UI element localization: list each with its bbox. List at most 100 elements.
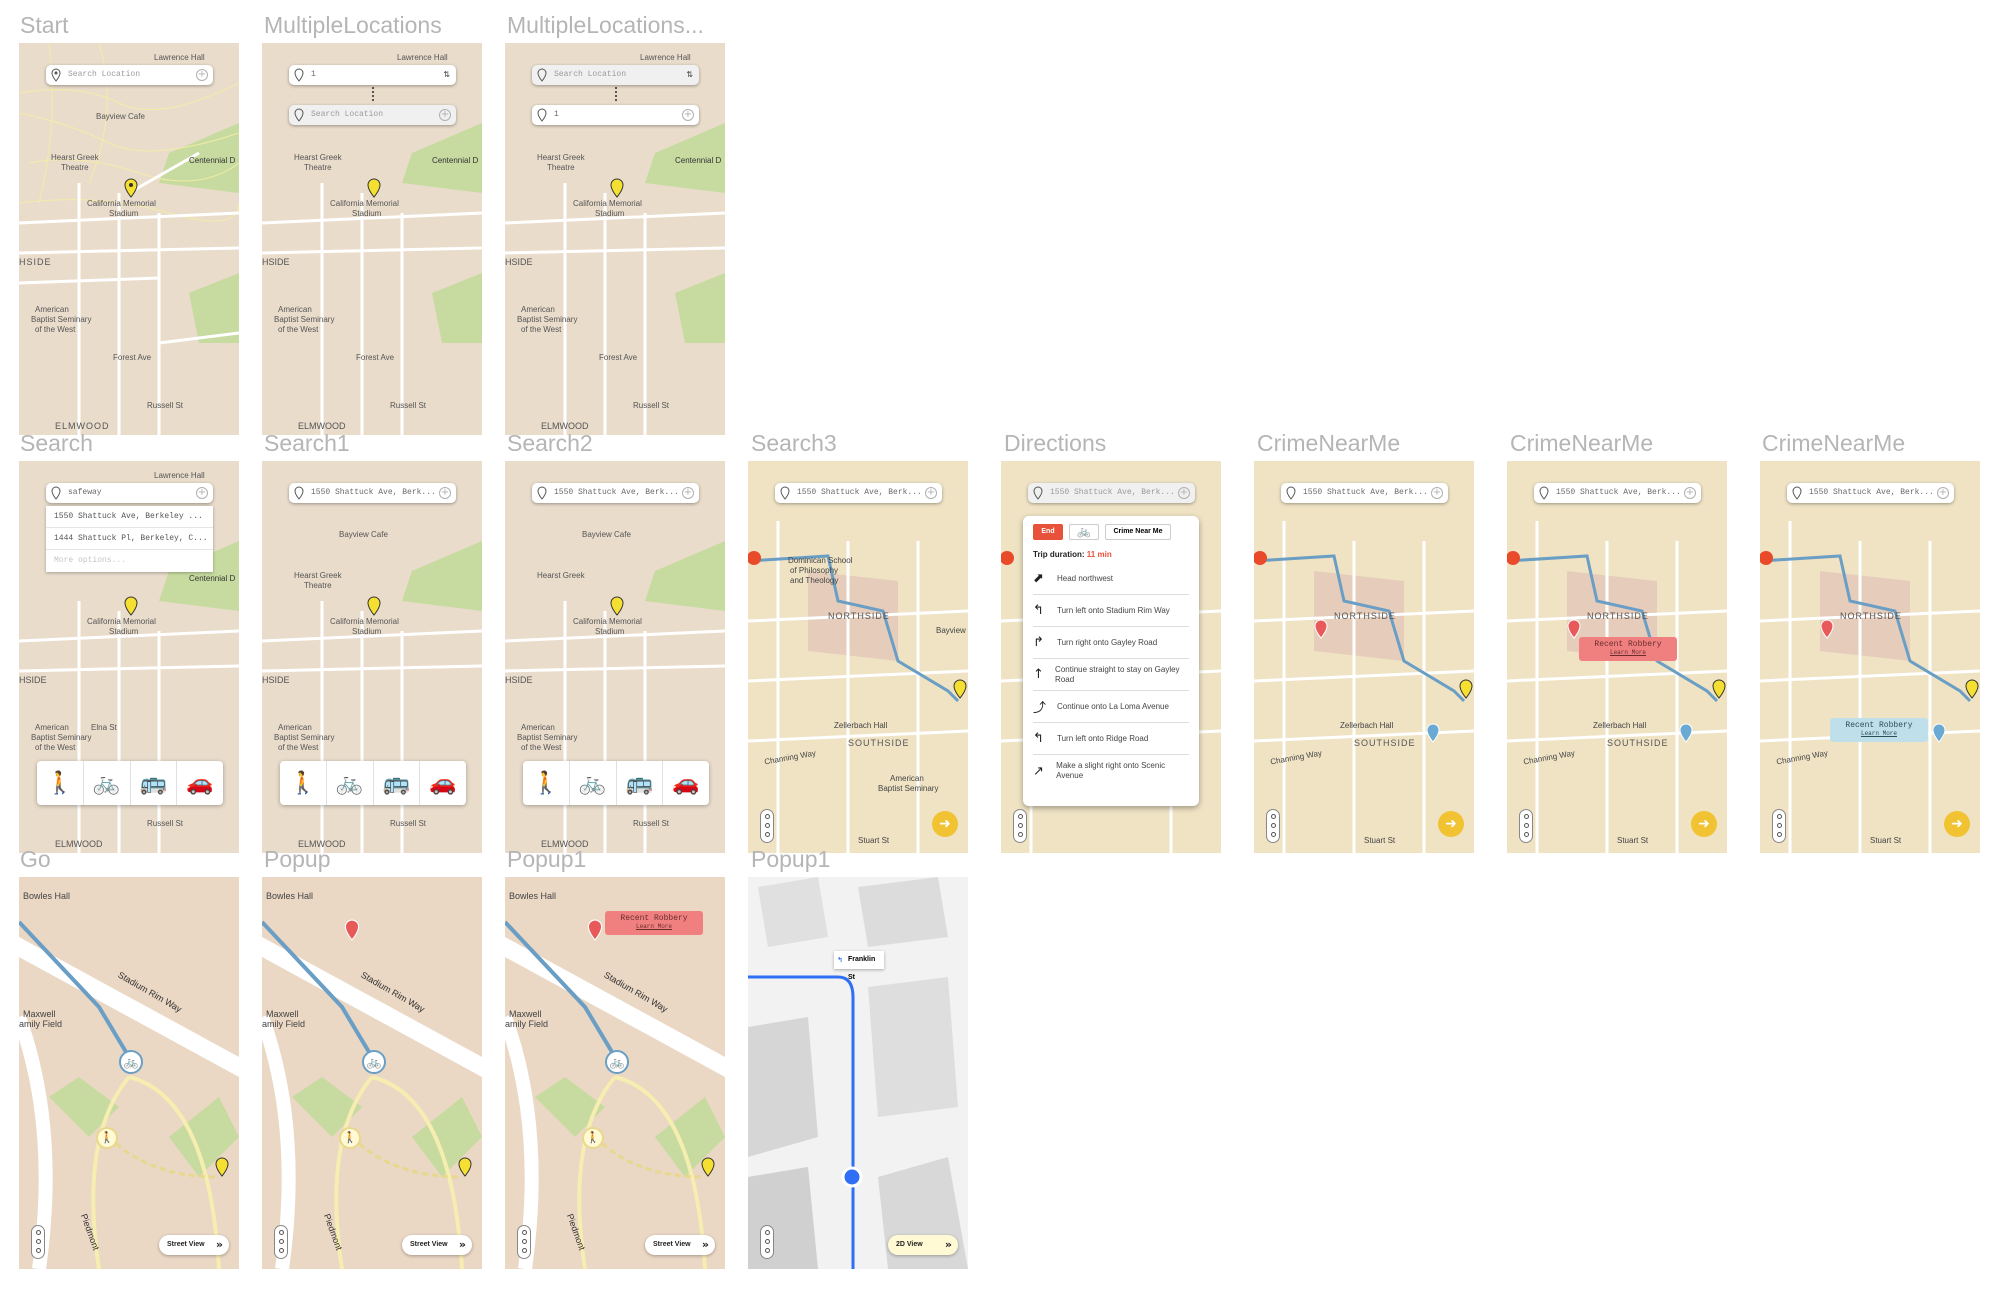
search-input[interactable]: 1550 Shattuck Ave, Berk... +	[289, 483, 456, 503]
add-location-icon[interactable]: +	[1684, 487, 1696, 499]
car-mode-icon[interactable]: 🚗	[177, 761, 223, 805]
street-view-button[interactable]: Street View »	[645, 1235, 715, 1255]
search-input[interactable]: Search Location +	[289, 105, 456, 125]
add-location-icon[interactable]: +	[925, 487, 937, 499]
search-input[interactable]: 1550 Shattuck Ave, Berk... +	[1787, 483, 1954, 503]
map-label-stuart: Stuart St	[1364, 836, 1396, 845]
more-options-link[interactable]: More options...	[46, 550, 213, 572]
crime-popup-red[interactable]: Recent Robbery Learn More	[1579, 637, 1677, 661]
add-location-icon[interactable]: +	[1178, 487, 1190, 499]
end-button[interactable]: End	[1033, 524, 1063, 540]
suggestion-item[interactable]: 1444 Shattuck Pl, Berkeley, C...	[46, 528, 213, 550]
add-location-icon[interactable]: +	[439, 109, 451, 121]
bike-icon[interactable]: 🚲	[1069, 524, 1099, 540]
crime-near-me-button[interactable]: Crime Near Me	[1105, 524, 1171, 540]
street-view-3d	[748, 877, 968, 1269]
map-label-american: American	[35, 723, 69, 732]
add-location-icon[interactable]: +	[1937, 487, 1949, 499]
crime-marker-icon[interactable]	[1314, 619, 1328, 639]
map-label-hearst-greek: Hearst Greek	[537, 571, 585, 580]
turn-right-icon: ↱	[1033, 635, 1044, 650]
destination-pin-icon	[610, 178, 624, 198]
add-location-icon[interactable]: +	[196, 69, 208, 81]
map-label-family-field: amily Field	[262, 1019, 306, 1029]
location-input-1[interactable]: 1 ⇅	[289, 65, 456, 85]
walk-mode-icon[interactable]: 🚶	[523, 761, 570, 805]
car-mode-icon[interactable]: 🚗	[663, 761, 709, 805]
location-input-1[interactable]: 1 +	[532, 105, 699, 125]
map-label-hearst-greek: Hearst Greek	[537, 153, 585, 162]
street-view-button[interactable]: Street View »	[159, 1235, 229, 1255]
bike-mode-icon[interactable]: 🚲	[327, 761, 374, 805]
bike-mode-icon-selected[interactable]: 🚲	[570, 761, 617, 805]
connector-dots	[372, 87, 374, 101]
learn-more-link[interactable]: Learn More	[1579, 649, 1677, 656]
learn-more-link[interactable]: Learn More	[605, 923, 703, 930]
zoom-control[interactable]	[1013, 809, 1027, 843]
street-view-button[interactable]: Street View »	[402, 1235, 472, 1255]
street-view-label: Street View	[167, 1241, 205, 1248]
walk-mode-icon[interactable]: 🚶	[280, 761, 327, 805]
frame-label-directions: Directions	[1004, 430, 1107, 456]
crime-marker-icon[interactable]	[1820, 619, 1834, 639]
search-input[interactable]: 1550 Shattuck Ave, Berk... +	[532, 483, 699, 503]
bus-mode-icon[interactable]: 🚌	[617, 761, 664, 805]
bus-mode-icon[interactable]: 🚌	[374, 761, 421, 805]
zoom-control[interactable]	[1519, 809, 1533, 843]
add-location-icon[interactable]: +	[439, 487, 451, 499]
add-location-icon[interactable]: +	[682, 109, 694, 121]
zoom-control[interactable]	[1772, 809, 1786, 843]
walk-mode-icon[interactable]: 🚶	[37, 761, 84, 805]
search-input[interactable]: safeway +	[46, 483, 213, 503]
map-label-zellerbach: Zellerbach Hall	[1340, 721, 1394, 730]
crime-marker-icon[interactable]	[587, 919, 603, 941]
crime-marker-icon[interactable]	[1426, 723, 1440, 743]
learn-more-link[interactable]: Learn More	[1830, 730, 1928, 737]
map-label-cal-memorial: California Memorial	[87, 617, 156, 626]
search-input[interactable]: 1550 Shattuck Ave, Berk... +	[1281, 483, 1448, 503]
zoom-control[interactable]	[760, 809, 774, 843]
add-location-icon[interactable]: +	[196, 487, 208, 499]
bus-mode-icon[interactable]: 🚌	[131, 761, 178, 805]
crime-marker-icon[interactable]	[1567, 619, 1581, 639]
crime-popup-blue[interactable]: Recent Robbery Learn More	[1830, 718, 1928, 742]
swap-icon[interactable]: ⇅	[686, 65, 693, 85]
suggestions-dropdown: 1550 Shattuck Ave, Berkeley ... 1444 Sha…	[46, 506, 213, 572]
zoom-control[interactable]	[31, 1225, 45, 1259]
search-input[interactable]: 1550 Shattuck Ave, Berk... +	[1028, 483, 1195, 503]
2d-view-button[interactable]: 2D View »	[888, 1235, 958, 1255]
go-arrow-button[interactable]: ➜	[932, 811, 958, 837]
swap-icon[interactable]: ⇅	[443, 65, 450, 85]
turn-left-icon: ↰	[1033, 603, 1044, 618]
zoom-control[interactable]	[274, 1225, 288, 1259]
zoom-control[interactable]	[760, 1225, 774, 1259]
destination-pin-icon	[1965, 679, 1979, 699]
zoom-control[interactable]	[517, 1225, 531, 1259]
location-pin-icon	[294, 68, 304, 82]
search-placeholder: Search Location	[311, 110, 384, 119]
map-label-baptist: Baptist Seminary	[31, 733, 92, 742]
frame-label-search1: Search1	[264, 430, 350, 456]
search-input[interactable]: 1550 Shattuck Ave, Berk... +	[775, 483, 942, 503]
go-arrow-button[interactable]: ➜	[1691, 811, 1717, 837]
search-input[interactable]: Search Location +	[46, 65, 213, 85]
crime-popup-red[interactable]: Recent Robbery Learn More	[605, 911, 703, 935]
bike-mode-icon[interactable]: 🚲	[84, 761, 131, 805]
search-input[interactable]: Search Location ⇅	[532, 65, 699, 85]
car-mode-icon[interactable]: 🚗	[420, 761, 466, 805]
crime-marker-icon[interactable]	[1679, 723, 1693, 743]
crime-marker-icon[interactable]	[1932, 723, 1946, 743]
map-label-theatre: Theatre	[304, 581, 332, 590]
destination-pin-icon	[610, 596, 624, 616]
add-location-icon[interactable]: +	[1431, 487, 1443, 499]
search-input[interactable]: 1550 Shattuck Ave, Berk... +	[1534, 483, 1701, 503]
zoom-control[interactable]	[1266, 809, 1280, 843]
add-location-icon[interactable]: +	[682, 487, 694, 499]
crime-marker-icon[interactable]	[344, 919, 360, 941]
frame-search2: 1550 Shattuck Ave, Berk... + Bayview Caf…	[505, 461, 725, 853]
suggestion-item[interactable]: 1550 Shattuck Ave, Berkeley ...	[46, 506, 213, 528]
frame-search1: 1550 Shattuck Ave, Berk... + Bayview Caf…	[262, 461, 482, 853]
go-arrow-button[interactable]: ➜	[1944, 811, 1970, 837]
go-arrow-button[interactable]: ➜	[1438, 811, 1464, 837]
direction-step: ⬈ Head northwest	[1033, 563, 1189, 595]
